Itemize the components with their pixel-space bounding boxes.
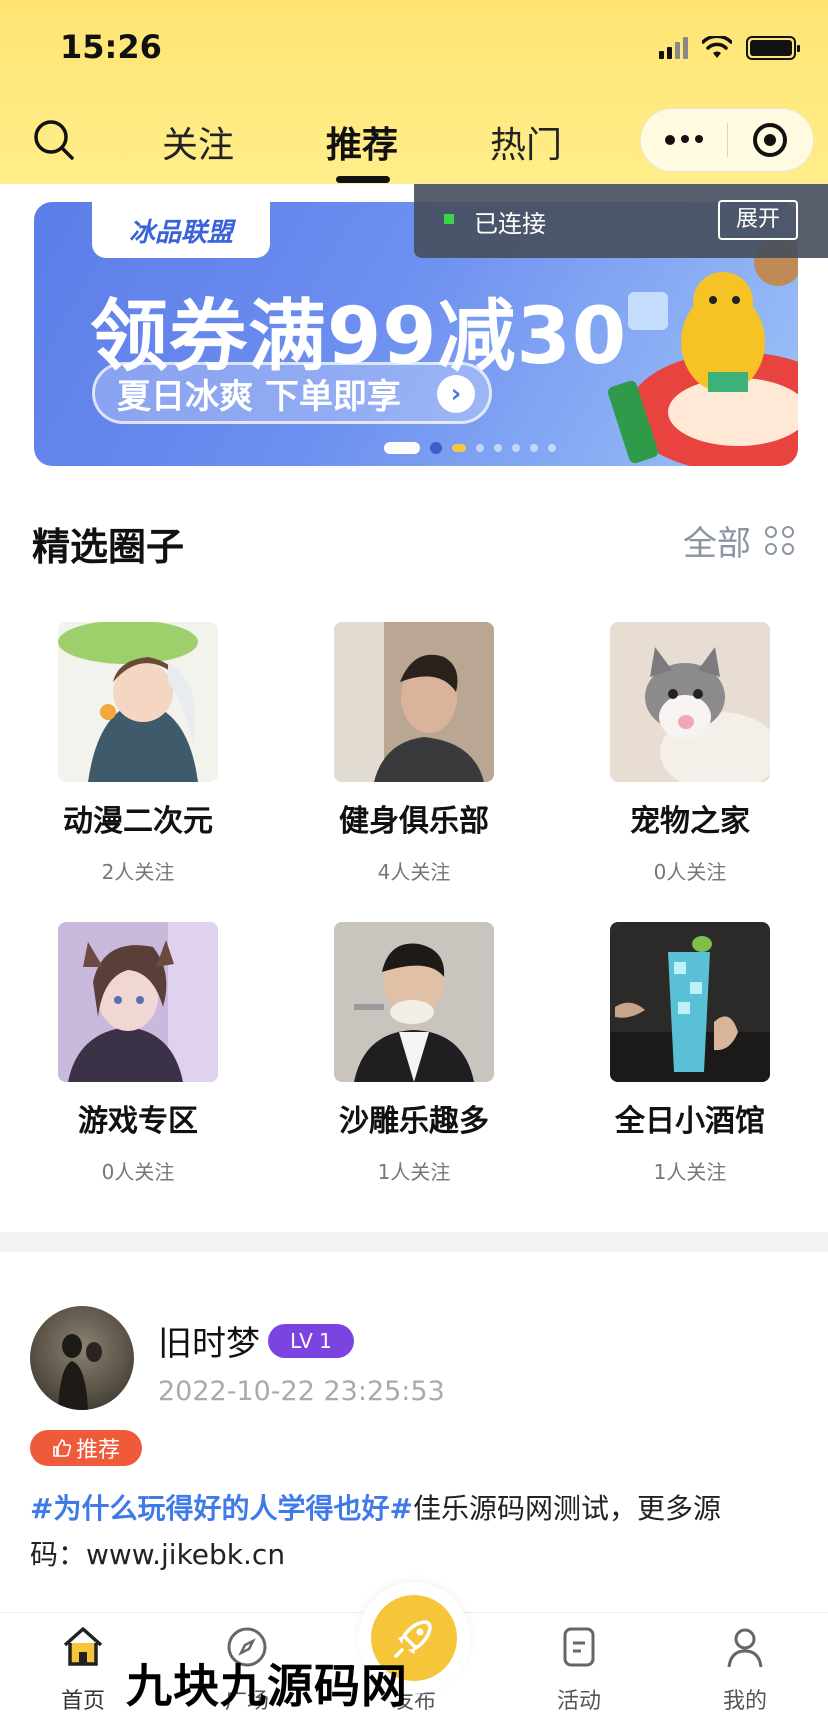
status-time: 15:26: [60, 28, 162, 66]
expand-button[interactable]: 展开: [718, 200, 798, 240]
circle-followers: 0人关注: [101, 1160, 175, 1184]
circle-followers: 4人关注: [377, 860, 451, 884]
miniprogram-capsule: [640, 108, 814, 172]
circle-item-games[interactable]: 游戏专区 0人关注: [38, 922, 238, 1185]
circle-item-anime[interactable]: 动漫二次元 2人关注: [38, 622, 238, 885]
banner-illustration: [607, 238, 798, 466]
post-username[interactable]: 旧时梦: [158, 1316, 260, 1365]
circle-thumbnail: [58, 922, 218, 1082]
avatar[interactable]: [30, 1306, 134, 1410]
level-badge: LV 1: [268, 1324, 354, 1358]
more-button[interactable]: [641, 109, 727, 171]
circle-name: 游戏专区: [78, 1104, 198, 1139]
view-all-button[interactable]: 全部: [683, 516, 794, 565]
circle-followers: 1人关注: [653, 1160, 727, 1184]
status-icons: [659, 36, 800, 60]
view-all-label: 全部: [683, 524, 751, 564]
circle-name: 沙雕乐趣多: [339, 1104, 489, 1139]
circle-thumbnail: [610, 622, 770, 782]
banner-cta-label: 夏日冰爽 下单即享: [117, 376, 401, 417]
circle-item-fitness[interactable]: 健身俱乐部 4人关注: [314, 622, 514, 885]
circle-followers: 0人关注: [653, 860, 727, 884]
circle-name: 宠物之家: [630, 804, 750, 839]
more-dots-icon: [664, 135, 703, 145]
circle-thumbnail: [334, 622, 494, 782]
search-icon[interactable]: [30, 116, 78, 164]
active-tab-indicator: [336, 176, 390, 183]
tab-home-label: 首页: [60, 1689, 105, 1714]
circle-name: 健身俱乐部: [339, 804, 489, 839]
tab-recommend[interactable]: 推荐: [326, 116, 398, 168]
circle-name: 动漫二次元: [63, 804, 213, 839]
battery-icon: [746, 36, 800, 60]
circle-thumbnail: [58, 622, 218, 782]
circle-followers: 2人关注: [101, 860, 175, 884]
tab-home[interactable]: 首页: [28, 1623, 138, 1715]
connected-indicator-icon: [444, 214, 454, 224]
section-title: 精选圈子: [32, 525, 185, 569]
target-icon: [753, 123, 788, 157]
banner-brand: 冰品联盟: [92, 202, 270, 258]
home-icon: [63, 1627, 103, 1666]
wifi-icon: [702, 36, 732, 58]
post-content[interactable]: #为什么玩得好的人学得也好#佳乐源码网测试，更多源码：www.jikebk.cn: [30, 1486, 770, 1578]
circle-thumbnail: [334, 922, 494, 1082]
section-divider: [0, 1232, 828, 1252]
tab-follow[interactable]: 关注: [162, 116, 234, 168]
top-header: 15:26 关注 推荐 热门: [0, 0, 828, 184]
grid-icon: [765, 526, 794, 555]
thumbs-up-icon: [53, 1439, 72, 1457]
post-timestamp: 2022-10-22 23:25:53: [158, 1376, 445, 1407]
watermark-text: 九块九源码网 www.9k9ym.com: [126, 1659, 408, 1713]
circle-item-pets[interactable]: 宠物之家 0人关注: [590, 622, 790, 885]
banner-pager: [384, 442, 556, 454]
circle-name: 全日小酒馆: [615, 1104, 765, 1139]
circle-item-bar[interactable]: 全日小酒馆 1人关注: [590, 922, 790, 1185]
chevron-right-icon: ›: [437, 375, 475, 413]
close-miniprogram-button[interactable]: [728, 109, 814, 171]
connection-status-bar: 已连接 展开: [414, 184, 828, 258]
connection-status-text: 已连接: [474, 210, 546, 238]
circle-followers: 1人关注: [377, 1160, 451, 1184]
cellular-signal-icon: [659, 37, 688, 59]
recommend-badge-label: 推荐: [75, 1438, 120, 1463]
post-topic-tag[interactable]: #为什么玩得好的人学得也好#: [30, 1492, 413, 1525]
circle-item-funny[interactable]: 沙雕乐趣多 1人关注: [314, 922, 514, 1185]
banner-cta[interactable]: 夏日冰爽 下单即享 ›: [92, 362, 492, 424]
circle-thumbnail: [610, 922, 770, 1082]
recommend-badge: 推荐: [30, 1430, 142, 1466]
tab-hot[interactable]: 热门: [490, 116, 562, 168]
